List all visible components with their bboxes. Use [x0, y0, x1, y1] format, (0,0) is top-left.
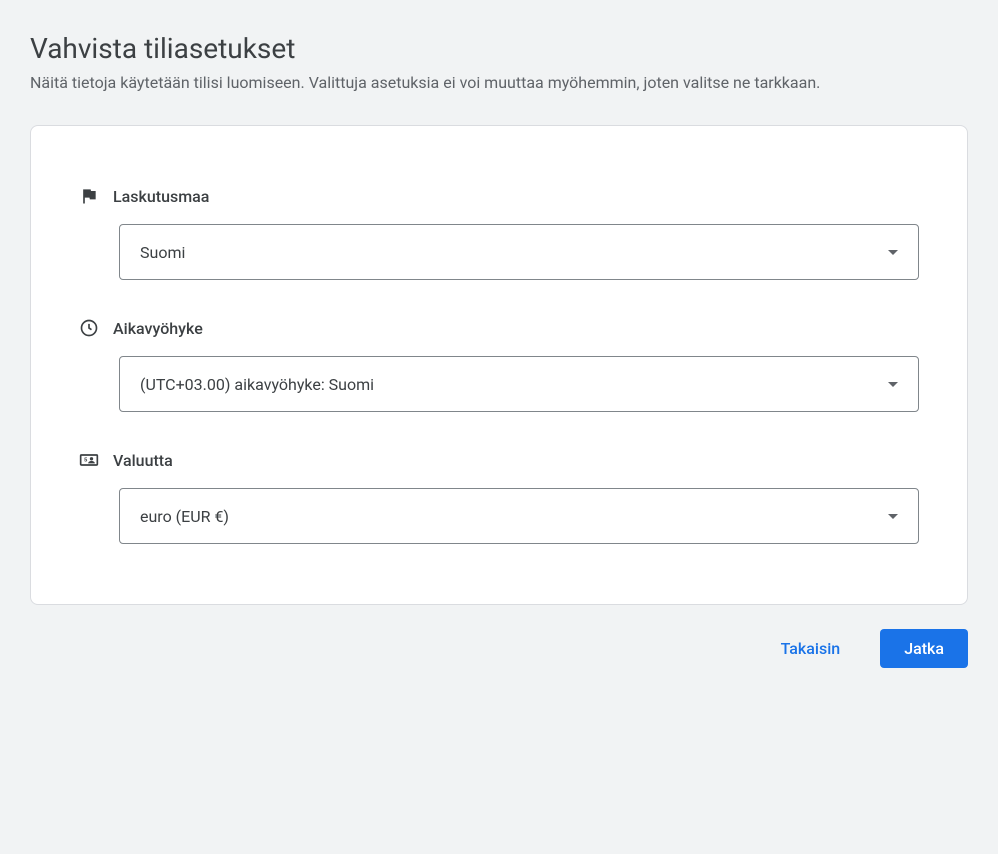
page-subtitle: Näitä tietoja käytetään tilisi luomiseen… — [30, 71, 968, 95]
billing-country-value: Suomi — [140, 243, 185, 262]
page-title: Vahvista tiliasetukset — [30, 32, 968, 65]
flag-icon — [79, 186, 99, 206]
billing-country-group: Laskutusmaa Suomi — [79, 186, 919, 280]
timezone-label: Aikavyöhyke — [113, 319, 203, 338]
timezone-value: (UTC+03.00) aikavyöhyke: Suomi — [140, 375, 374, 394]
chevron-down-icon — [888, 514, 898, 519]
currency-label: Valuutta — [113, 451, 173, 470]
svg-text:5: 5 — [84, 458, 88, 464]
back-button[interactable]: Takaisin — [757, 629, 865, 668]
button-row: Takaisin Jatka — [30, 629, 968, 668]
settings-card: Laskutusmaa Suomi Aikavyöhyke (UTC+03.00… — [30, 125, 968, 605]
money-person-icon: 5 — [79, 450, 99, 470]
billing-country-label: Laskutusmaa — [113, 187, 209, 206]
timezone-group: Aikavyöhyke (UTC+03.00) aikavyöhyke: Suo… — [79, 318, 919, 412]
timezone-label-row: Aikavyöhyke — [79, 318, 919, 338]
currency-select[interactable]: euro (EUR €) — [119, 488, 919, 544]
currency-value: euro (EUR €) — [140, 507, 229, 526]
billing-country-select[interactable]: Suomi — [119, 224, 919, 280]
continue-button[interactable]: Jatka — [880, 629, 968, 668]
chevron-down-icon — [888, 250, 898, 255]
clock-icon — [79, 318, 99, 338]
currency-label-row: 5 Valuutta — [79, 450, 919, 470]
billing-country-label-row: Laskutusmaa — [79, 186, 919, 206]
chevron-down-icon — [888, 382, 898, 387]
currency-group: 5 Valuutta euro (EUR €) — [79, 450, 919, 544]
timezone-select[interactable]: (UTC+03.00) aikavyöhyke: Suomi — [119, 356, 919, 412]
